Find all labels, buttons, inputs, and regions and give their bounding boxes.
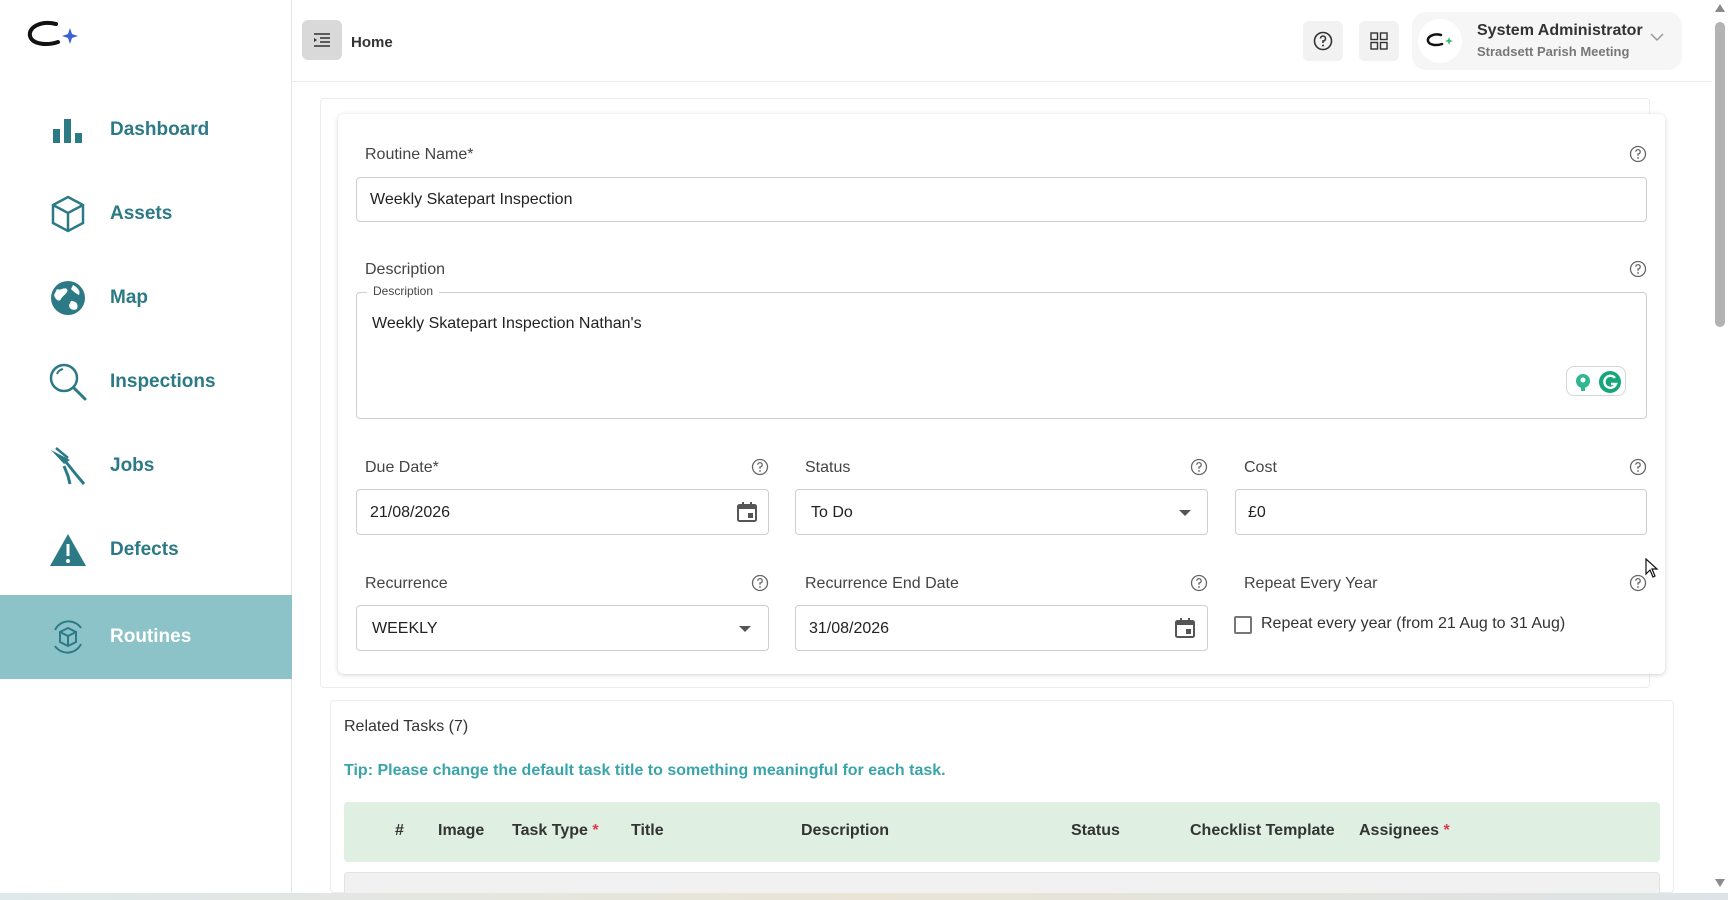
apps-button[interactable] [1359, 21, 1399, 61]
grammarly-widget[interactable] [1566, 366, 1626, 396]
refresh-cube-icon [48, 617, 88, 657]
recurrence-end-date-label: Recurrence End Date [805, 575, 959, 592]
sidebar-item-label: Assets [110, 203, 173, 224]
sidebar-item-label: Map [110, 287, 148, 308]
pliers-icon [48, 446, 88, 486]
sidebar-item-label: Routines [110, 626, 192, 647]
taskbar-edge [0, 893, 1728, 900]
sidebar-item-defects[interactable]: Defects [0, 508, 292, 592]
repeat-every-year-checkbox[interactable] [1234, 616, 1252, 634]
dropdown-arrow-icon [739, 626, 751, 632]
description-floating-label: Description [367, 284, 440, 298]
help-button[interactable] [1303, 21, 1343, 61]
recurrence-end-date-input[interactable]: 31/08/2026 [795, 605, 1208, 651]
user-menu[interactable]: System Administrator Stradsett Parish Me… [1412, 12, 1682, 70]
column-header-number: # [395, 822, 404, 839]
cost-value: £0 [1248, 504, 1266, 521]
scroll-up-icon[interactable] [1715, 4, 1725, 12]
required-marker: * [592, 822, 599, 839]
help-icon[interactable] [1190, 574, 1208, 592]
help-icon[interactable] [1629, 145, 1647, 163]
column-header-status: Status [1071, 822, 1120, 839]
description-textarea[interactable]: Description Weekly Skatepart Inspection … [356, 284, 1647, 419]
status-label: Status [805, 459, 851, 476]
column-header-checklist-template: Checklist Template [1190, 822, 1335, 839]
due-date-value: 21/08/2026 [370, 504, 451, 521]
grid-icon [1370, 32, 1388, 50]
help-icon[interactable] [751, 574, 769, 592]
sidebar-item-map[interactable]: Map [0, 256, 292, 340]
recurrence-label: Recurrence [365, 575, 448, 592]
status-select[interactable]: To Do [795, 489, 1208, 535]
breadcrumb[interactable]: Home [351, 34, 393, 51]
sidebar-item-jobs[interactable]: Jobs [0, 424, 292, 508]
sidebar-item-assets[interactable]: Assets [0, 172, 292, 256]
help-icon [1313, 31, 1333, 51]
mouse-cursor-icon [1645, 558, 1659, 578]
column-header-image: Image [438, 822, 485, 839]
scrollbar-thumb[interactable] [1715, 22, 1725, 327]
chevron-down-icon [1650, 33, 1664, 42]
top-bar: Home System Administrator Stradsett Pari… [292, 0, 1712, 82]
routine-name-input[interactable]: Weekly Skatepart Inspection [356, 177, 1647, 222]
table-row[interactable] [344, 872, 1660, 893]
help-icon[interactable] [1190, 458, 1208, 476]
sidebar-item-routines[interactable]: Routines [0, 595, 292, 679]
user-name: System Administrator [1477, 22, 1643, 39]
calendar-icon[interactable] [736, 501, 758, 523]
routine-name-label: Routine Name* [365, 146, 474, 163]
repeat-every-year-label: Repeat Every Year [1244, 575, 1378, 592]
routine-name-value: Weekly Skatepart Inspection [370, 191, 573, 208]
column-header-assignees: Assignees * [1359, 822, 1450, 839]
status-value: To Do [811, 504, 853, 521]
cost-label: Cost [1244, 459, 1277, 476]
description-label: Description [365, 261, 446, 278]
sidebar-item-label: Defects [110, 539, 179, 560]
sidebar-item-inspections[interactable]: Inspections [0, 340, 292, 424]
description-value: Weekly Skatepart Inspection Nathan's [372, 315, 642, 332]
required-marker: * [1443, 822, 1450, 839]
cost-input[interactable]: £0 [1235, 489, 1647, 535]
column-header-description: Description [801, 822, 890, 839]
column-header-task-type: Task Type * [512, 822, 599, 839]
menu-toggle-button[interactable] [302, 20, 342, 60]
sidebar-item-label: Jobs [110, 455, 155, 476]
calendar-icon[interactable] [1174, 617, 1196, 639]
bar-chart-icon [48, 110, 88, 150]
globe-icon [48, 278, 88, 318]
recurrence-end-date-value: 31/08/2026 [809, 620, 890, 637]
help-icon[interactable] [1629, 260, 1647, 278]
avatar [1418, 19, 1462, 63]
due-date-label: Due Date* [365, 459, 439, 476]
related-tasks-title: Related Tasks (7) [344, 718, 469, 735]
tasks-tip: Tip: Please change the default task titl… [344, 762, 946, 779]
org-logo-icon [1426, 33, 1453, 47]
vertical-scrollbar[interactable] [1712, 0, 1728, 893]
dropdown-arrow-icon [1179, 510, 1191, 516]
sidebar: Dashboard Assets Map Inspections Jobs De… [0, 0, 292, 893]
user-organisation: Stradsett Parish Meeting [1477, 44, 1630, 59]
recurrence-value: WEEKLY [372, 620, 438, 637]
column-header-title: Title [631, 822, 664, 839]
due-date-input[interactable]: 21/08/2026 [356, 489, 769, 535]
sidebar-item-label: Dashboard [110, 119, 210, 140]
cube-icon [48, 194, 88, 234]
help-icon[interactable] [751, 458, 769, 476]
menu-collapse-icon [314, 33, 330, 47]
app-logo[interactable] [26, 18, 80, 54]
related-tasks-panel [330, 700, 1674, 893]
magnifier-icon [48, 362, 88, 402]
scroll-down-icon[interactable] [1715, 879, 1725, 887]
warning-icon [48, 530, 88, 570]
sidebar-item-label: Inspections [110, 371, 216, 392]
recurrence-select[interactable]: WEEKLY [356, 605, 769, 651]
repeat-every-year-checkbox-label[interactable]: Repeat every year (from 21 Aug to 31 Aug… [1261, 615, 1565, 633]
help-icon[interactable] [1629, 458, 1647, 476]
sidebar-item-dashboard[interactable]: Dashboard [0, 88, 292, 172]
grammarly-icon [1599, 371, 1621, 393]
